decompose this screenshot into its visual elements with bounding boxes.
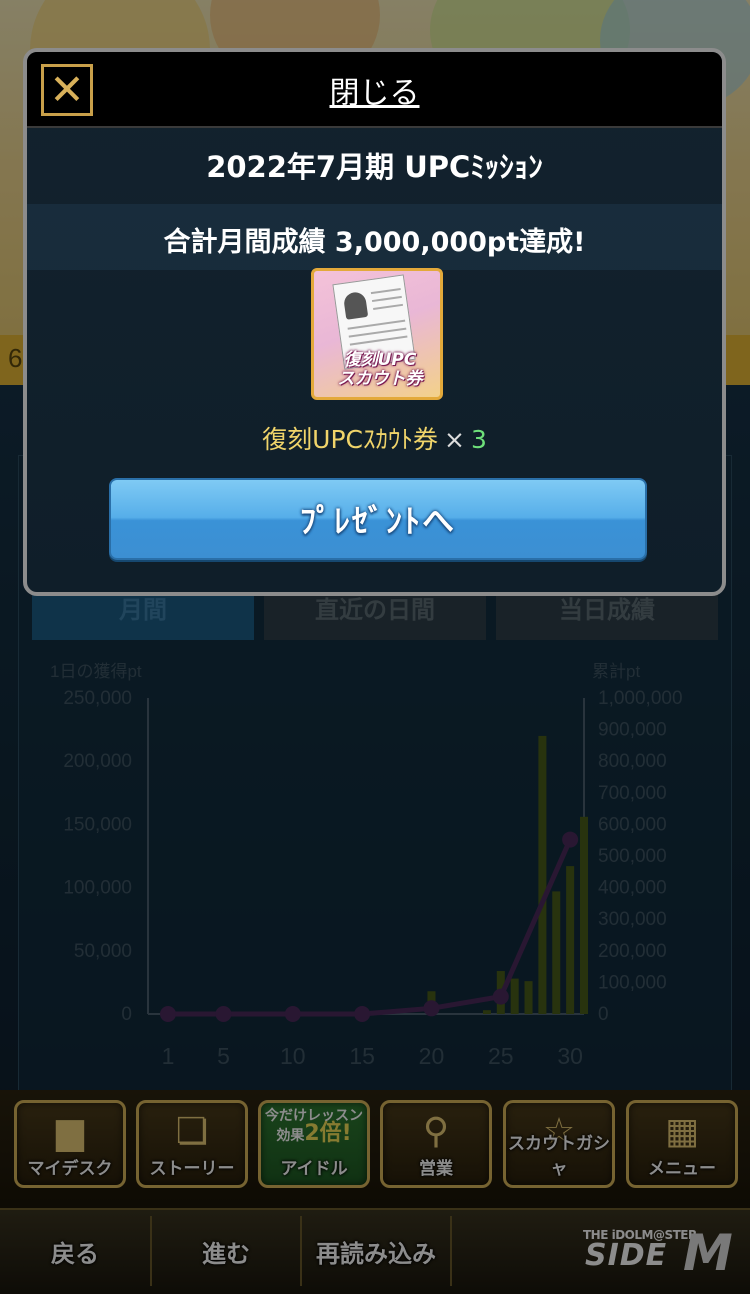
ticket-label-line1: 復刻UPC	[343, 350, 417, 370]
ticket-label: 復刻UPC スカウト券	[318, 350, 440, 389]
mission-complete-modal: 閉じる ✕ 2022年7月期 UPCﾐｯｼｮﾝ 合計月間成績 3,000,000…	[23, 48, 726, 596]
present-button-label: ﾌﾟﾚｾﾞﾝﾄへ	[299, 502, 456, 540]
mission-title: 2022年7月期 UPCﾐｯｼｮﾝ	[206, 150, 543, 184]
sheet-line	[370, 287, 401, 295]
close-link[interactable]: 閉じる	[27, 68, 722, 112]
modal-header: 閉じる ✕	[27, 52, 722, 128]
go-to-presents-button[interactable]: ﾌﾟﾚｾﾞﾝﾄへ	[109, 478, 647, 560]
scout-ticket-image: 復刻UPC スカウト券	[311, 268, 443, 400]
silhouette-icon	[342, 291, 369, 320]
sheet-line	[373, 303, 404, 310]
reward-line: 復刻UPCｽｶｳﾄ券 × 3	[27, 420, 722, 456]
achievement-text: 合計月間成績 3,000,000pt達成!	[163, 227, 586, 258]
ticket-label-line2: スカウト券	[337, 369, 423, 389]
sheet-line	[349, 335, 408, 346]
reward-name: 復刻UPCｽｶｳﾄ券	[262, 425, 438, 454]
sheet-line	[371, 295, 402, 303]
close-icon: ✕	[49, 65, 85, 114]
reward-quantity: 3	[470, 425, 487, 454]
reward-times: ×	[443, 425, 465, 454]
close-x-button[interactable]: ✕	[41, 64, 93, 116]
